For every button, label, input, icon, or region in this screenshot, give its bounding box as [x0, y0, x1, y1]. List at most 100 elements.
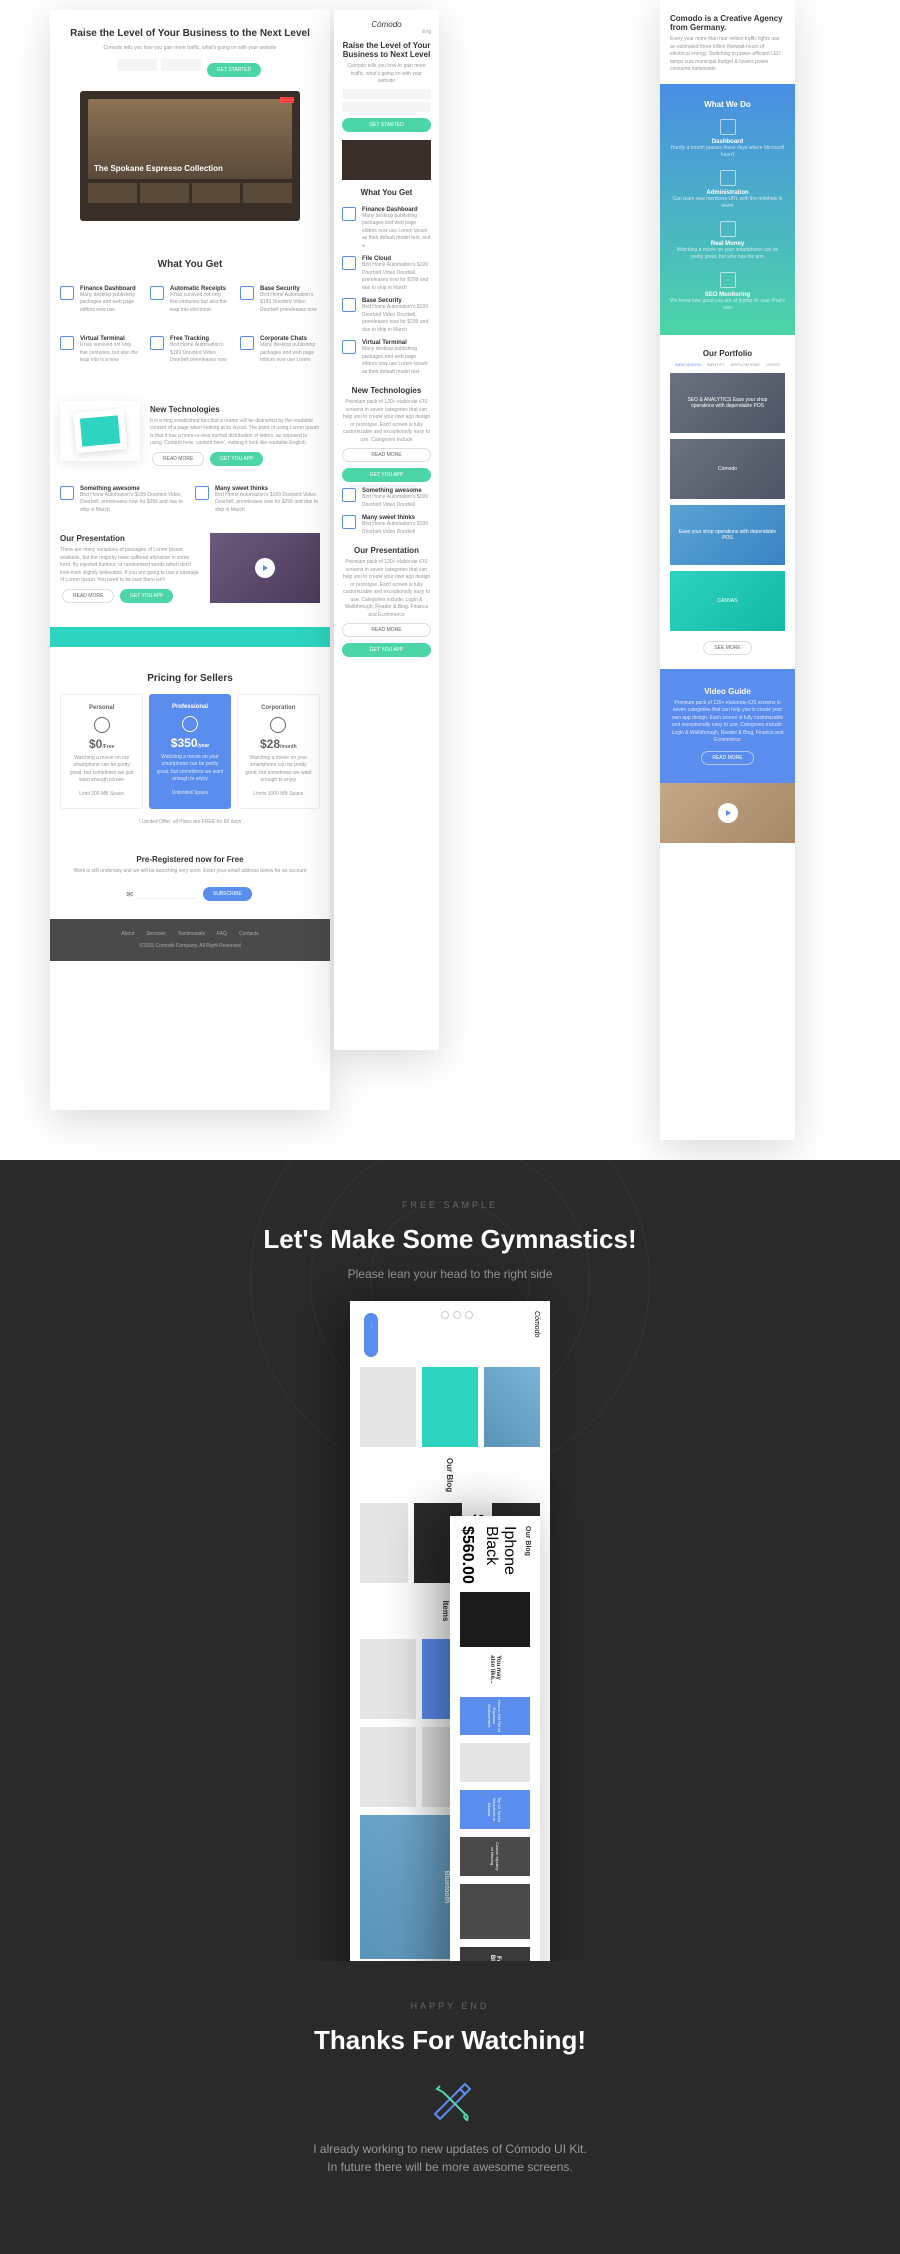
feature-icon [240, 286, 254, 300]
portfolio-item[interactable] [508, 215, 648, 285]
message-input[interactable] [510, 696, 648, 726]
email-input[interactable] [137, 889, 197, 899]
feature-icon [60, 286, 74, 300]
hero-showcase: The Spokane Espresso Collection [80, 91, 300, 221]
pricing-card-professional[interactable]: Professional $350/year Watching a movie … [149, 694, 230, 810]
portfolio-item[interactable]: SEO & ANALYTICS Ease your shop operation… [670, 373, 785, 433]
get-app-button[interactable]: GET YOU APP [342, 643, 431, 657]
get-app-button[interactable]: GET YOU APP [210, 452, 263, 466]
section-title: What You Get [342, 188, 431, 197]
mockup-sidebar: Comodo is a Creative Agency from Germany… [660, 0, 795, 1140]
see-more-button[interactable]: SEE MORE [703, 641, 751, 655]
feature-item: Automatic ReceiptsIt has survived not on… [150, 286, 230, 315]
feature-box: Something awesomeBird Home Automation's … [60, 486, 185, 515]
service-item: SEO MonitoringWe know how good you are a… [670, 272, 785, 313]
play-icon[interactable] [718, 803, 738, 823]
gallery-image[interactable] [360, 1727, 416, 1807]
feature-icon [60, 336, 74, 350]
get-app-button[interactable]: GET YOU APP [342, 468, 431, 482]
feature-icon [240, 336, 254, 350]
cta-button[interactable]: ··· [364, 1313, 378, 1357]
card[interactable]: How to Get Rid of Espresso Enslavement [460, 1697, 530, 1736]
feature-box: Something awesomeBird Home Automation's … [342, 488, 431, 509]
read-more-button[interactable]: READ MORE [342, 623, 431, 637]
name-input[interactable] [510, 680, 578, 690]
product-image[interactable] [360, 1503, 408, 1583]
read-more-button[interactable]: READ MORE [152, 452, 204, 466]
section-subtitle: Please lean your head to the right side [20, 1267, 880, 1281]
what-we-do-title: What We Do [670, 100, 785, 109]
play-icon[interactable] [580, 443, 600, 463]
send-button[interactable]: SEND MESSAGE [512, 733, 572, 747]
blog-image[interactable] [360, 1367, 416, 1447]
portfolio-item[interactable]: Cómodo [670, 439, 785, 499]
plan-icon [270, 717, 286, 733]
card[interactable]: Top 10 Tourist Attractions in Albania [460, 1790, 530, 1829]
feature-item: Corporate ChatsMany desktop publishing p… [240, 336, 320, 365]
see-more-button[interactable]: SEE MORE [481, 373, 529, 387]
section-title: Thanks For Watching! [20, 2025, 880, 2056]
get-started-button[interactable]: GET STARTED [342, 118, 431, 132]
feature-item: Virtual TerminalMany desktop publishing … [342, 340, 431, 376]
mockup-mobile: Cómodo Eng Raise the Level of Your Busin… [334, 10, 439, 1050]
hero-image[interactable] [460, 1884, 530, 1939]
read-more-button[interactable]: READ MORE [62, 589, 114, 603]
email-input[interactable] [581, 680, 649, 690]
section-title: What You Get [60, 259, 320, 270]
portfolio-item[interactable]: Cómodo [508, 139, 648, 209]
read-more-button[interactable]: READ MORE [701, 751, 753, 765]
feature-icon [342, 488, 356, 502]
top-mockups-collage: What We Do Business Analysis Administrat… [0, 0, 900, 1160]
social-icon[interactable] [454, 1311, 462, 1319]
play-icon[interactable] [255, 558, 275, 578]
team-member: Lisa GonzalezCo-Founder and CEO [509, 558, 558, 613]
mockup-landing-main: Raise the Level of Your Business to the … [50, 10, 330, 1110]
feature-icon [342, 340, 356, 354]
feature-icon [342, 298, 356, 312]
thanks-line2: In future there will be more awesome scr… [20, 2160, 880, 2174]
service-item: AdministrationCan team new members URL w… [670, 170, 785, 211]
portfolio-item[interactable]: CANVAS [670, 571, 785, 631]
pricing-card-corporation[interactable]: Corporation $28/month Watching a movie o… [237, 694, 320, 810]
name-input[interactable] [117, 59, 157, 71]
feature-item: Base SecurityBird Home Automation's $199… [342, 298, 431, 334]
presentation-title: Our Presentation [342, 546, 431, 555]
footer-link[interactable]: FAQ [217, 931, 227, 937]
portfolio-item[interactable]: Ease your shop operations with dependabl… [670, 505, 785, 565]
video-thumbnail[interactable] [519, 403, 660, 503]
footer-link[interactable]: Contacts [239, 931, 259, 937]
social-icon[interactable] [466, 1311, 474, 1319]
email-input[interactable] [342, 102, 431, 112]
gallery-image[interactable] [360, 1639, 416, 1719]
blog-image[interactable] [422, 1367, 478, 1447]
name-input[interactable] [342, 89, 431, 99]
subscribe-button[interactable]: SUBSCRIBE [203, 887, 252, 901]
showcase-title: The Spokane Espresso Collection [94, 164, 223, 173]
card[interactable]: Cosmic Mystery of Missing [460, 1837, 530, 1876]
get-app-button[interactable]: GET YOU APP [120, 589, 173, 603]
hero-title: Raise the Level of Your Business to the … [62, 28, 318, 39]
video-thumbnail[interactable] [210, 533, 320, 603]
presentation-title: Our Presentation [60, 534, 200, 543]
pricing-card-personal[interactable]: Personal $0/Free Watching a movie on our… [60, 694, 143, 810]
footer: About Services Testimonials FAQ Contacts… [50, 919, 330, 961]
card[interactable] [460, 1743, 530, 1782]
design-tools-icon [425, 2074, 475, 2124]
read-more-button[interactable]: READ MORE [342, 448, 431, 462]
footer-link[interactable]: Testimonials [178, 931, 206, 937]
footer-link[interactable]: Services [146, 931, 165, 937]
get-started-button[interactable]: GET STARTED [207, 63, 261, 77]
blog-title: Our Blog [525, 1526, 532, 1584]
product-image[interactable] [460, 1592, 530, 1647]
accent-bar [50, 627, 330, 647]
blog-image[interactable] [484, 1367, 540, 1447]
service-icon [720, 272, 736, 288]
portfolio-tabs[interactable]: WEB DESIGNIDENTITYAPPLICATIONSLOGOS [670, 362, 785, 367]
footer-link[interactable]: About [121, 931, 134, 937]
video-thumbnail[interactable] [660, 783, 795, 843]
portfolio-title: Our Portfolio [670, 349, 785, 358]
portfolio-item[interactable]: Ease your shop operation with dependable… [508, 291, 648, 361]
email-input[interactable] [161, 59, 201, 71]
social-icon[interactable] [442, 1311, 450, 1319]
lang-selector[interactable]: Eng [342, 29, 431, 35]
